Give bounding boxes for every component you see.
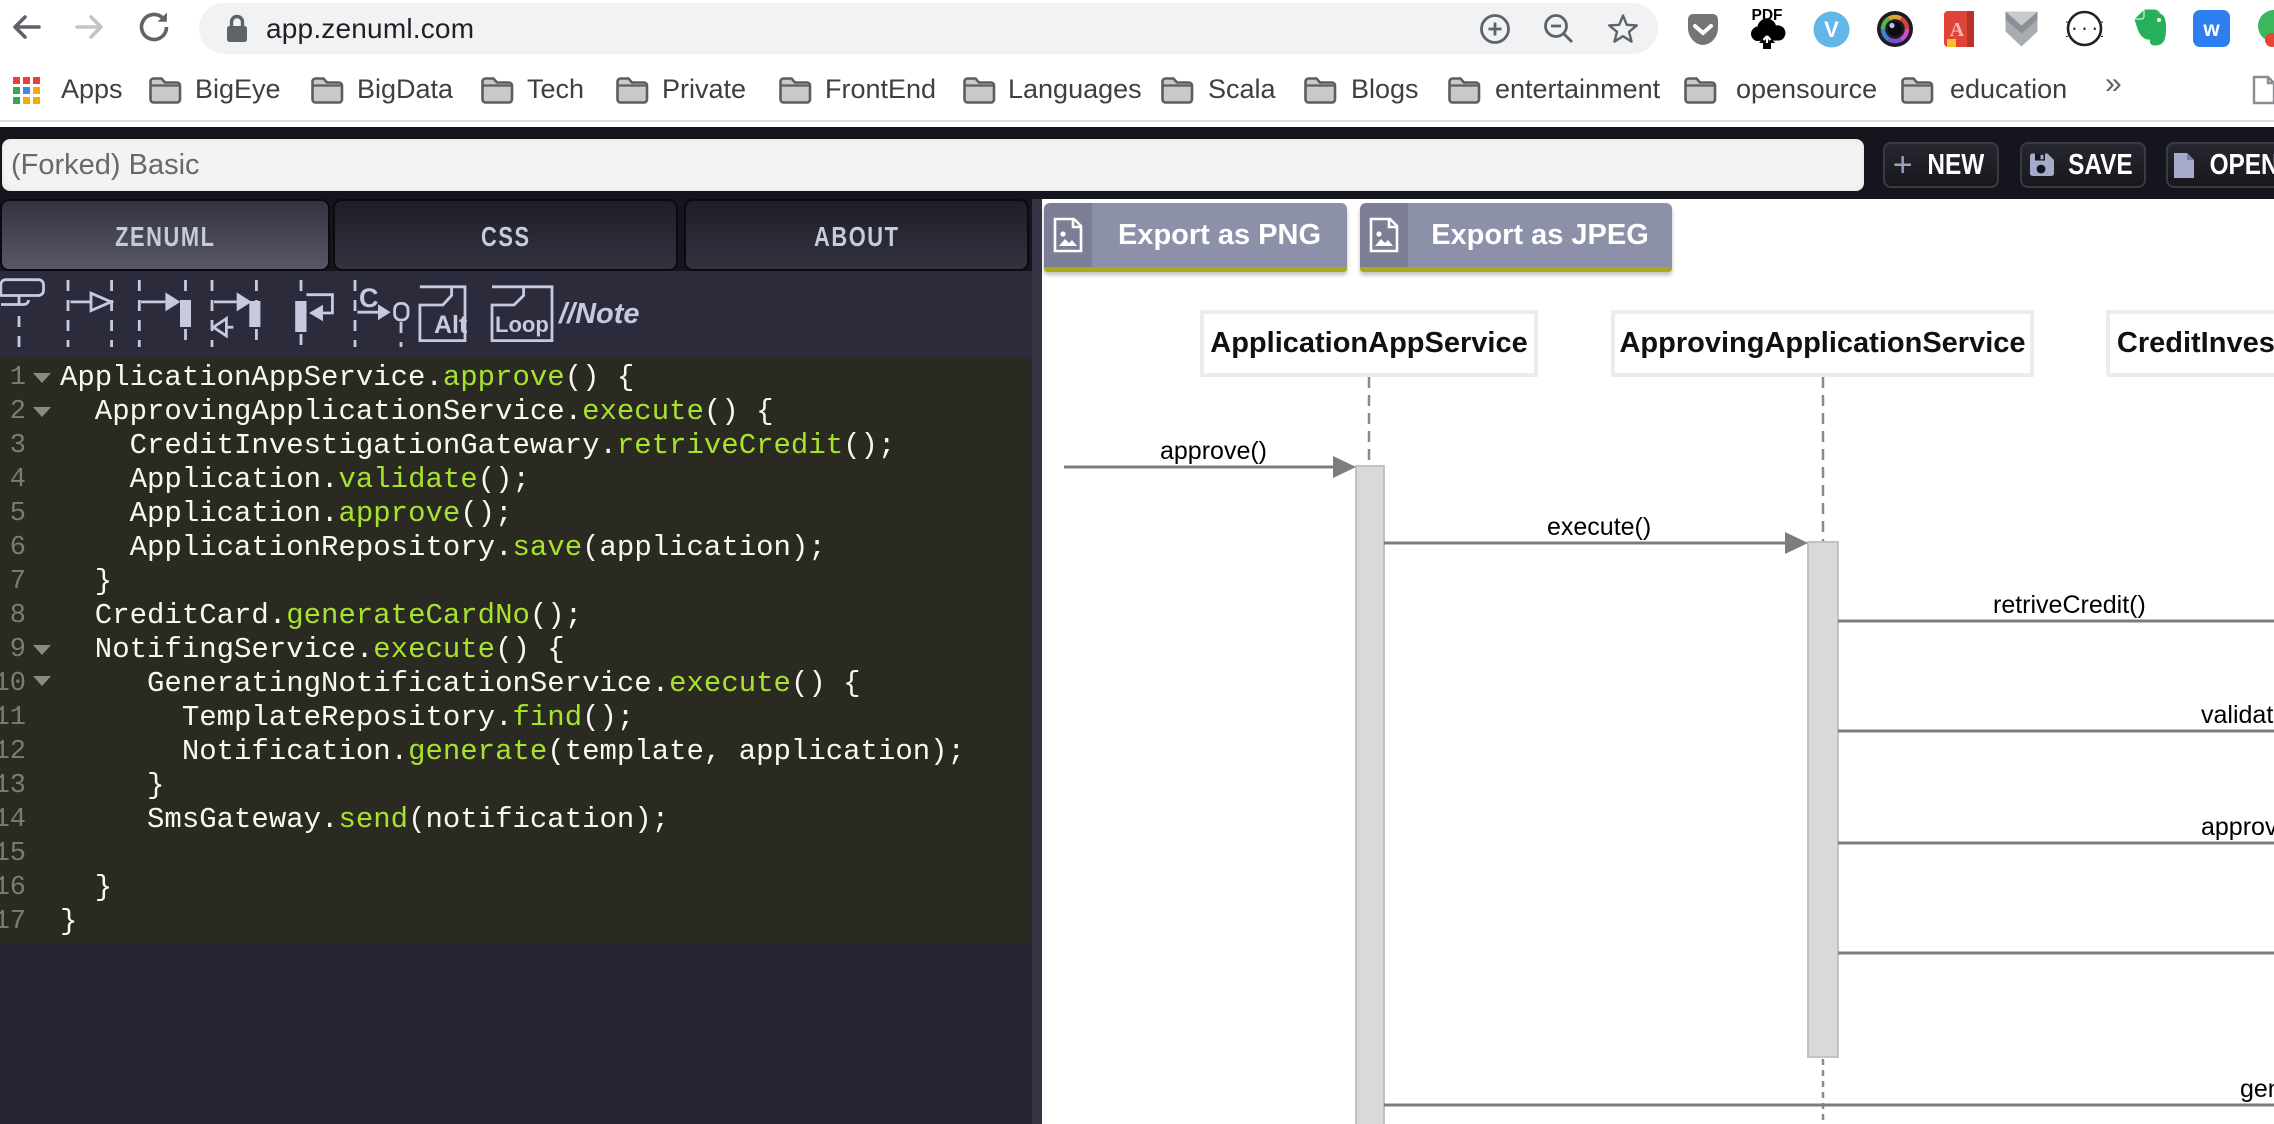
svg-text:V: V [1824,17,1839,42]
svg-text:Alt: Alt [434,311,468,339]
svg-text://Note: //Note [557,298,640,330]
svg-text:C: C [359,283,379,313]
svg-text:Loop: Loop [495,312,549,337]
svg-text:A: A [1950,19,1965,41]
svg-text:{···}: {···} [2066,21,2103,40]
svg-text:w: w [2202,18,2220,41]
